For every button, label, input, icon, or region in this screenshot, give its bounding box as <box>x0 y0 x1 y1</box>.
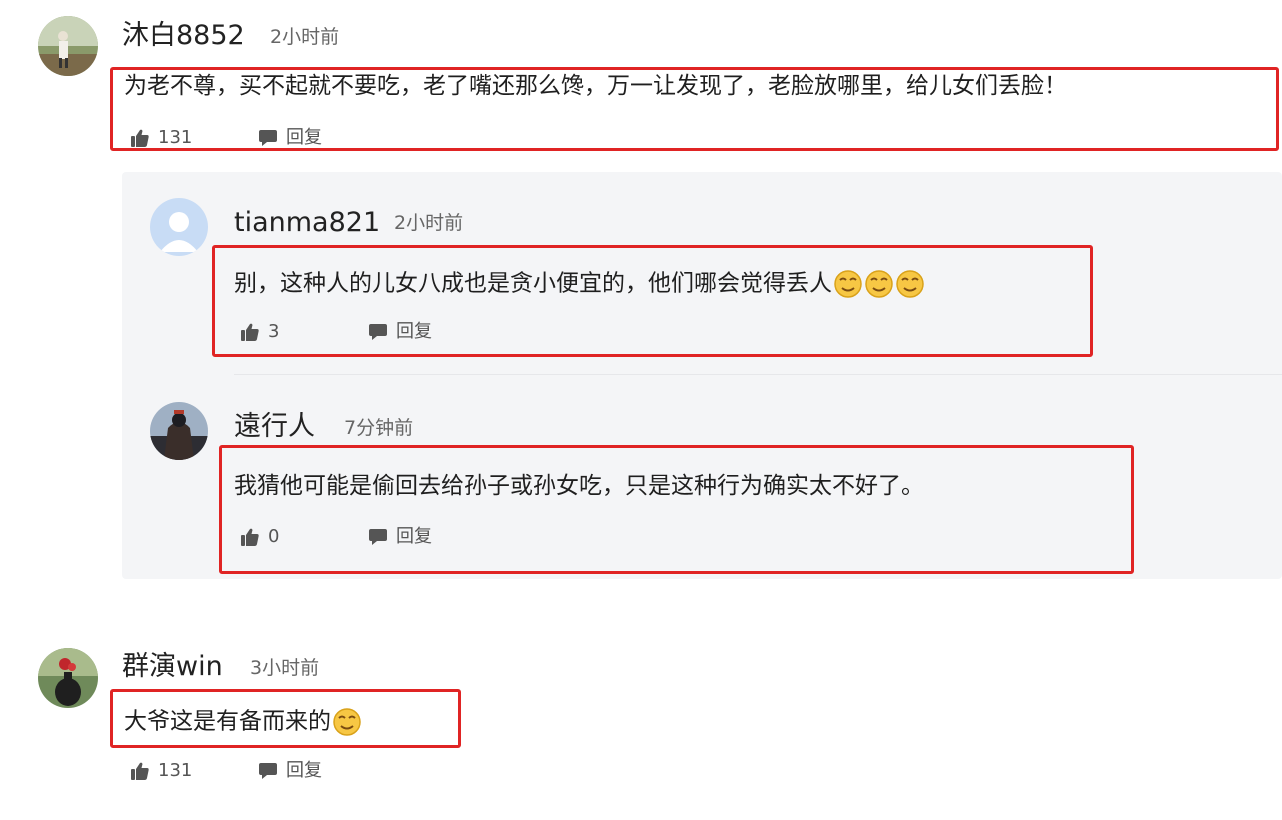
highlight-box <box>219 445 1134 574</box>
highlight-box <box>212 245 1093 357</box>
like-button[interactable]: 131 <box>130 761 192 781</box>
like-count: 131 <box>158 760 193 781</box>
comment-bubble-icon <box>259 763 277 779</box>
timestamp: 7分钟前 <box>344 417 414 439</box>
timestamp: 2小时前 <box>270 26 340 48</box>
avatar[interactable] <box>38 16 98 76</box>
reply-label: 回复 <box>286 760 322 781</box>
username[interactable]: 遠行人 <box>234 413 315 440</box>
username[interactable]: tianma821 <box>234 209 380 236</box>
username[interactable]: 沐白8852 <box>122 22 245 49</box>
username[interactable]: 群演win <box>122 653 223 680</box>
highlight-box <box>110 689 461 748</box>
reply-button[interactable]: 回复 <box>258 761 322 781</box>
timestamp: 3小时前 <box>250 657 320 679</box>
avatar-photo <box>38 16 98 76</box>
avatar[interactable] <box>150 198 208 256</box>
avatar-photo <box>38 648 98 708</box>
avatar[interactable] <box>38 648 98 708</box>
avatar-photo <box>150 402 208 460</box>
thumbs-up-icon <box>131 762 149 780</box>
timestamp: 2小时前 <box>394 212 464 234</box>
avatar[interactable] <box>150 402 208 460</box>
highlight-box <box>110 67 1279 151</box>
default-avatar-icon <box>150 198 208 256</box>
reply-divider <box>234 374 1282 375</box>
